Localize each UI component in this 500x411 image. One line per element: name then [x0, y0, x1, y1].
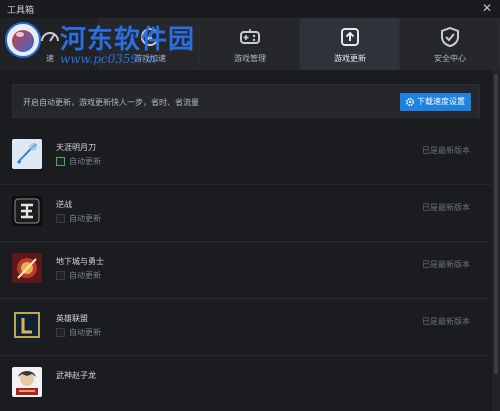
- game-name: 逆战: [56, 200, 72, 209]
- auto-update-label: 自动更新: [69, 271, 101, 280]
- download-speed-settings-button[interactable]: 下载速度设置: [400, 93, 471, 111]
- list-item: 武神赵子龙: [0, 356, 492, 411]
- tab-security[interactable]: 安全中心: [400, 18, 500, 70]
- gamepad-icon: [240, 29, 260, 44]
- scrollbar-thumb[interactable]: [494, 74, 498, 374]
- tab-speed[interactable]: 速: [0, 18, 100, 70]
- gear-icon: [405, 97, 415, 107]
- tab-label: 速: [46, 54, 54, 63]
- game-name: 英雄联盟: [56, 314, 88, 323]
- version-status: 已是最新版本: [422, 203, 470, 212]
- auto-update-label: 自动更新: [69, 214, 101, 223]
- tab-game-manage[interactable]: 游戏管理: [200, 18, 300, 70]
- version-status: 已是最新版本: [422, 317, 470, 326]
- rocket-icon: [141, 28, 159, 46]
- game-name: 武神赵子龙: [56, 371, 96, 380]
- tab-label: 安全中心: [434, 54, 466, 63]
- close-icon[interactable]: ✕: [482, 1, 492, 15]
- tab-label: 游戏管理: [234, 54, 266, 63]
- tab-game-update[interactable]: 游戏更新: [300, 18, 400, 70]
- game-name: 地下城与勇士: [56, 257, 104, 266]
- game-thumbnail: [12, 367, 42, 397]
- banner-text: 开启自动更新，游戏更新快人一步，省时、省流量: [23, 98, 199, 107]
- auto-update-checkbox[interactable]: [56, 214, 65, 223]
- game-thumbnail: [12, 253, 42, 283]
- main-content: 开启自动更新，游戏更新快人一步，省时、省流量 下载速度设置 天涯明月刀 自动更新…: [0, 70, 492, 411]
- shield-check-icon: [441, 26, 459, 48]
- game-thumbnail: [12, 310, 42, 340]
- list-item: 天涯明月刀 自动更新 已是最新版本: [0, 128, 492, 185]
- game-thumbnail: [12, 196, 42, 226]
- speed-icon: [41, 32, 59, 42]
- window-title: 工具箱: [7, 5, 35, 15]
- tab-game-boost[interactable]: 游戏加速: [100, 18, 200, 70]
- game-name: 天涯明月刀: [56, 143, 96, 152]
- game-thumbnail: [12, 139, 42, 169]
- auto-update-checkbox[interactable]: [56, 157, 65, 166]
- auto-update-checkbox[interactable]: [56, 328, 65, 337]
- scrollbar[interactable]: [492, 70, 500, 411]
- title-bar: 工具箱 ✕: [0, 0, 500, 18]
- tab-label: 游戏加速: [134, 54, 166, 63]
- auto-update-label: 自动更新: [69, 157, 101, 166]
- game-list: 天涯明月刀 自动更新 已是最新版本 逆战 自动更新 已是最新版本 地下城与勇士 …: [0, 128, 492, 411]
- tab-bar: 速 游戏加速 游戏管理 游戏更新 安全中心: [0, 18, 500, 70]
- auto-update-label: 自动更新: [69, 328, 101, 337]
- version-status: 已是最新版本: [422, 260, 470, 269]
- tab-label: 游戏更新: [334, 54, 366, 63]
- list-item: 地下城与勇士 自动更新 已是最新版本: [0, 242, 492, 299]
- update-icon: [341, 28, 359, 46]
- version-status: 已是最新版本: [422, 146, 470, 155]
- auto-update-banner: 开启自动更新，游戏更新快人一步，省时、省流量 下载速度设置: [12, 84, 480, 118]
- button-label: 下载速度设置: [417, 97, 465, 106]
- list-item: 逆战 自动更新 已是最新版本: [0, 185, 492, 242]
- auto-update-checkbox[interactable]: [56, 271, 65, 280]
- list-item: 英雄联盟 自动更新 已是最新版本: [0, 299, 492, 356]
